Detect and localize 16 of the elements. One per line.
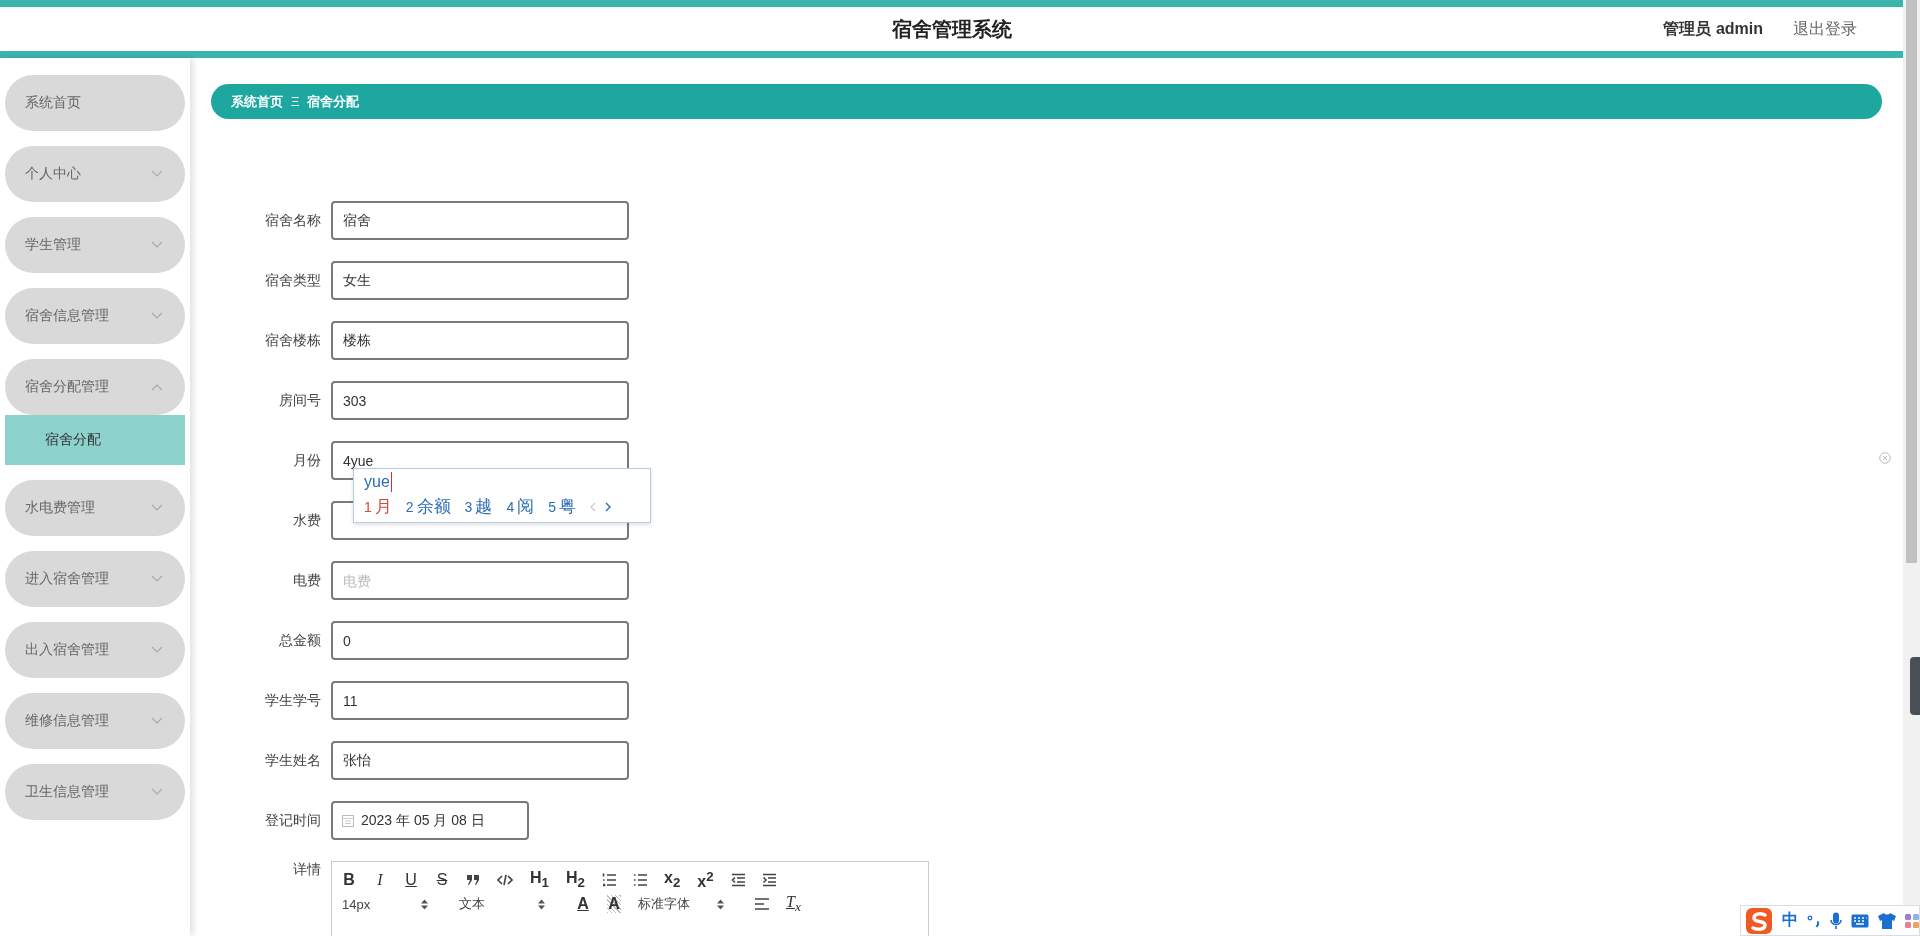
field-label: 宿舍类型 [264,271,321,290]
field-label: 总金额 [278,631,321,650]
field-label: 房间号 [278,391,321,410]
separator-icon: Ξ [291,94,300,109]
field-label: 宿舍楼栋 [264,331,321,350]
field-label: 详情 [292,861,321,879]
field-label: 学生学号 [264,691,321,710]
field-label: 宿舍名称 [264,211,321,230]
field-label: 月份 [292,451,321,470]
field-label: 电费 [292,571,321,590]
user-name: 管理员 admin [1663,18,1763,39]
app-title: 宿舍管理系统 [891,16,1012,42]
ime-composition: yue [364,472,392,492]
field-label: 登记时间 [264,811,321,830]
field-label: 水费 [292,511,321,530]
field-label: 学生姓名 [264,751,321,770]
